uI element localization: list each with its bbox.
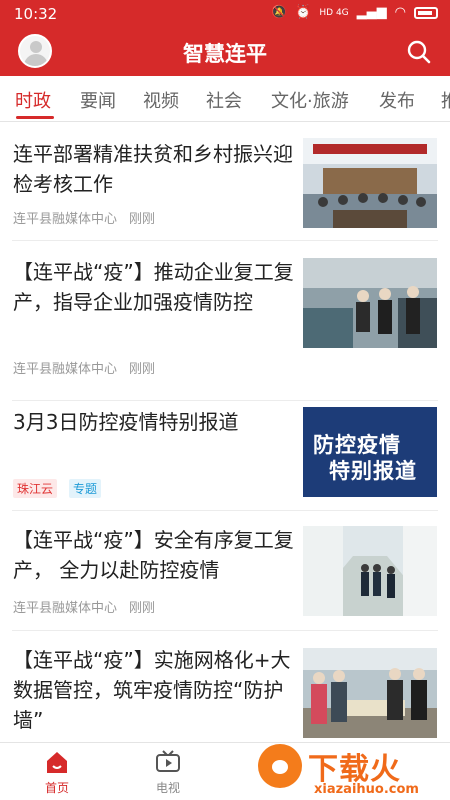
news-thumbnail[interactable] bbox=[303, 526, 437, 616]
tab-wenhua-lvyou[interactable]: 文化·旅游 bbox=[271, 87, 349, 113]
tab-fabu[interactable]: 发布 bbox=[379, 87, 415, 113]
app-header: 智慧连平 bbox=[0, 28, 450, 76]
tag-badge: 专题 bbox=[69, 479, 102, 498]
news-title[interactable]: 【连平战“疫”】实施网格化+大数据管控，筑牢疫情防控“防护墙” bbox=[13, 645, 295, 735]
item-divider bbox=[12, 510, 438, 511]
news-source: 连平县融媒体中心 bbox=[13, 212, 118, 227]
news-item[interactable]: 连平部署精准扶贫和乡村振兴迎检考核工作 连平县融媒体中心 刚刚 bbox=[0, 122, 450, 242]
news-time: 刚刚 bbox=[129, 601, 156, 616]
tab-tui[interactable]: 推 bbox=[441, 87, 450, 113]
category-tabs: 时政 要闻 视频 社会 文化·旅游 发布 推 bbox=[0, 76, 450, 122]
alarm-icon: ⏰ bbox=[295, 5, 312, 20]
tab-shizheng[interactable]: 时政 bbox=[15, 87, 51, 113]
nav-tv-label: 电视 bbox=[155, 781, 180, 795]
watermark-logo: 下载火 xiazaihuo.com bbox=[258, 742, 446, 800]
news-thumbnail[interactable] bbox=[303, 138, 437, 228]
news-feed: 连平部署精准扶贫和乡村振兴迎检考核工作 连平县融媒体中心 刚刚 【连平战“疫”】… bbox=[0, 122, 450, 742]
news-title[interactable]: 【连平战“疫”】安全有序复工复产， 全力以赴防控疫情 bbox=[13, 525, 295, 585]
tag-badge: 珠江云 bbox=[13, 479, 58, 498]
app-title: 智慧连平 bbox=[183, 42, 267, 66]
battery-icon bbox=[414, 6, 438, 19]
tv-icon bbox=[156, 750, 180, 772]
news-source: 连平县融媒体中心 bbox=[13, 601, 118, 616]
news-item[interactable]: 【连平战“疫”】安全有序复工复产， 全力以赴防控疫情 连平县融媒体中心 刚刚 bbox=[0, 512, 450, 632]
nav-home-label: 首页 bbox=[44, 781, 69, 795]
news-meta: 连平县融媒体中心 刚刚 bbox=[13, 358, 155, 377]
status-bar: 10:32 🔕 ⏰ HD 4G ▂▄▆ ◠ bbox=[0, 0, 450, 28]
wifi-icon: ◠ bbox=[394, 5, 406, 20]
active-tab-indicator bbox=[16, 116, 54, 119]
nav-tv[interactable]: 电视 bbox=[138, 749, 198, 796]
news-meta: 连平县融媒体中心 刚刚 bbox=[13, 208, 155, 227]
tab-shehui[interactable]: 社会 bbox=[206, 87, 242, 113]
news-tags: 珠江云 专题 bbox=[13, 479, 102, 498]
news-meta: 连平县融媒体中心 刚刚 bbox=[13, 597, 155, 616]
signal-icon: ▂▄▆ bbox=[356, 5, 387, 20]
item-divider bbox=[12, 400, 438, 401]
news-thumbnail[interactable]: 防控疫情 特别报道 bbox=[303, 407, 437, 497]
news-item[interactable]: 3月3日防控疫情特别报道 珠江云 专题 防控疫情 特别报道 bbox=[0, 402, 450, 512]
news-source: 连平县融媒体中心 bbox=[13, 362, 118, 377]
news-item[interactable]: 【连平战“疫”】推动企业复工复产，指导企业加强疫情防控 连平县融媒体中心 刚刚 bbox=[0, 242, 450, 402]
thumb-line-2: 特别报道 bbox=[329, 459, 417, 483]
tab-shipin[interactable]: 视频 bbox=[143, 87, 179, 113]
news-title[interactable]: 连平部署精准扶贫和乡村振兴迎检考核工作 bbox=[13, 139, 295, 199]
status-icons: 🔕 ⏰ HD 4G ▂▄▆ ◠ bbox=[271, 5, 438, 20]
home-icon bbox=[47, 752, 67, 773]
mute-icon: 🔕 bbox=[271, 5, 288, 20]
news-thumbnail[interactable] bbox=[303, 648, 437, 738]
news-title[interactable]: 3月3日防控疫情特别报道 bbox=[13, 407, 295, 437]
item-divider bbox=[12, 240, 438, 241]
tab-yaowen[interactable]: 要闻 bbox=[80, 87, 116, 113]
news-title[interactable]: 【连平战“疫”】推动企业复工复产，指导企业加强疫情防控 bbox=[13, 257, 295, 317]
flame-logo-icon bbox=[258, 744, 302, 788]
status-time: 10:32 bbox=[14, 5, 58, 23]
item-divider bbox=[12, 630, 438, 631]
search-icon[interactable] bbox=[406, 39, 432, 65]
news-time: 刚刚 bbox=[129, 212, 156, 227]
nav-home[interactable]: 首页 bbox=[27, 749, 87, 796]
network-indicator: HD 4G bbox=[319, 7, 349, 18]
news-thumbnail[interactable] bbox=[303, 258, 437, 348]
news-time: 刚刚 bbox=[129, 362, 156, 377]
news-item[interactable]: 【连平战“疫”】实施网格化+大数据管控，筑牢疫情防控“防护墙” bbox=[0, 632, 450, 742]
watermark-url: xiazaihuo.com bbox=[314, 782, 419, 797]
